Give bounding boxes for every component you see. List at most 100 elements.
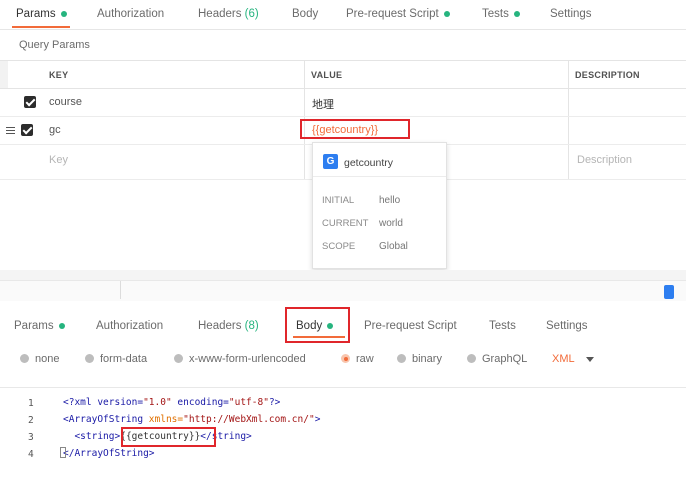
code-token: <string> — [74, 431, 121, 442]
tab-headers[interactable]: Headers (8) — [198, 320, 259, 332]
code-line-2: <ArrayOfString xmlns="http://WebXml.com.… — [63, 414, 320, 425]
popup-header: G getcountry — [313, 143, 446, 177]
key-input[interactable]: Key — [49, 154, 68, 166]
tab-body[interactable]: Body — [296, 320, 334, 332]
tab-count: (6) — [244, 8, 259, 20]
radio-icon — [174, 354, 183, 363]
radio-label: GraphQL — [482, 353, 528, 365]
scope-label: SCOPE — [322, 241, 356, 252]
code-token: xmlns= — [148, 414, 184, 425]
row-divider — [0, 116, 686, 117]
initial-value: hello — [379, 195, 401, 206]
code-token: encoding= — [171, 397, 229, 408]
tab-settings[interactable]: Settings — [546, 320, 588, 332]
table-header: KEY VALUE DESCRIPTION — [0, 60, 686, 89]
radio-label: form-data — [100, 353, 148, 365]
radio-x-www-form-urlencoded[interactable]: x-www-form-urlencoded — [174, 353, 306, 365]
tab-label: Settings — [546, 320, 588, 332]
row-checkbox[interactable] — [21, 124, 33, 136]
tab-label: Headers — [198, 320, 242, 332]
column-divider — [568, 60, 569, 180]
param-key[interactable]: gc — [49, 124, 61, 136]
scope-value: Global — [379, 241, 408, 252]
global-scope-icon: G — [323, 154, 338, 169]
tab-headers[interactable]: Headers (6) — [198, 8, 259, 20]
row-checkbox[interactable] — [24, 96, 36, 108]
param-value-variable[interactable]: {{getcountry}} — [312, 124, 378, 136]
tab-label: Headers — [198, 8, 242, 20]
tab-pre-request-script[interactable]: Pre-request Script — [364, 320, 457, 332]
tab-label: Body — [296, 320, 323, 332]
status-dot-icon — [443, 10, 450, 17]
tab-body[interactable]: Body — [292, 8, 318, 20]
tab-divider — [0, 29, 686, 30]
initial-label: INITIAL — [322, 195, 355, 206]
text-cursor — [60, 447, 66, 458]
radio-label: binary — [412, 353, 442, 365]
param-key[interactable]: course — [49, 96, 82, 108]
code-line-4: </ArrayOfString> — [63, 448, 155, 459]
tab-label: Settings — [550, 8, 592, 20]
tab-label: Params — [16, 8, 56, 20]
code-token: <ArrayOfString — [63, 414, 149, 425]
param-value[interactable]: 地理 — [312, 96, 334, 112]
column-header-key: KEY — [49, 70, 69, 80]
tab-label: Authorization — [97, 8, 165, 20]
tab-settings[interactable]: Settings — [550, 8, 592, 20]
tab-count: (8) — [244, 320, 259, 332]
tab-label: Authorization — [96, 320, 164, 332]
chevron-down-icon[interactable] — [586, 357, 594, 362]
description-input[interactable]: Description — [577, 154, 632, 166]
radio-label: raw — [356, 353, 374, 365]
variable-popup: G getcountry INITIAL hello CURRENT world… — [312, 142, 447, 269]
radio-form-data[interactable]: form-data — [85, 353, 147, 365]
code-token: <?xml version= — [63, 397, 144, 408]
radio-none[interactable]: none — [20, 353, 59, 365]
current-value: world — [379, 218, 403, 229]
drag-handle-icon[interactable] — [6, 127, 15, 136]
column-header-description: DESCRIPTION — [575, 70, 640, 80]
column-header-value: VALUE — [311, 70, 343, 80]
header-gutter — [0, 61, 8, 88]
code-token: > — [314, 414, 321, 425]
raw-format-select[interactable]: XML — [552, 353, 575, 365]
code-token: ?> — [268, 397, 281, 408]
highlight-box — [121, 427, 216, 447]
code-line-1: <?xml version="1.0" encoding="utf-8"?> — [63, 397, 280, 408]
variable-name: getcountry — [344, 157, 394, 169]
line-number: 4 — [28, 449, 34, 460]
code-token: "utf-8" — [228, 397, 269, 408]
active-tab-indicator — [12, 26, 70, 28]
active-tab-indicator — [293, 336, 345, 338]
current-label: CURRENT — [322, 218, 369, 229]
code-token: "http://WebXml.com.cn/" — [183, 414, 315, 425]
line-number: 3 — [28, 432, 34, 443]
tab-authorization[interactable]: Authorization — [97, 8, 164, 20]
status-dot-icon — [60, 10, 67, 17]
radio-graphql[interactable]: GraphQL — [467, 353, 527, 365]
tab-label: Body — [292, 8, 319, 20]
status-dot-icon — [327, 322, 334, 329]
tab-params[interactable]: Params — [14, 320, 65, 332]
radio-icon — [20, 354, 29, 363]
tab-label: Tests — [489, 320, 516, 332]
radio-selected-icon — [341, 354, 350, 363]
tab-label: Tests — [482, 8, 509, 20]
send-button-edge[interactable] — [664, 285, 674, 299]
request-url-bar — [0, 280, 686, 301]
tab-tests[interactable]: Tests — [482, 8, 520, 20]
radio-binary[interactable]: binary — [397, 353, 442, 365]
radio-icon — [85, 354, 94, 363]
tab-tests[interactable]: Tests — [489, 320, 516, 332]
tab-authorization[interactable]: Authorization — [96, 320, 163, 332]
code-token: "1.0" — [143, 397, 172, 408]
radio-label: none — [35, 353, 60, 365]
tab-label: Pre-request Script — [346, 8, 439, 20]
radio-label: x-www-form-urlencoded — [189, 353, 306, 365]
tab-label: Params — [14, 320, 54, 332]
tab-pre-request-script[interactable]: Pre-request Script — [346, 8, 450, 20]
radio-raw[interactable]: raw — [341, 353, 374, 365]
status-dot-icon — [58, 322, 65, 329]
line-number: 2 — [28, 415, 34, 426]
tab-params[interactable]: Params — [16, 8, 67, 20]
